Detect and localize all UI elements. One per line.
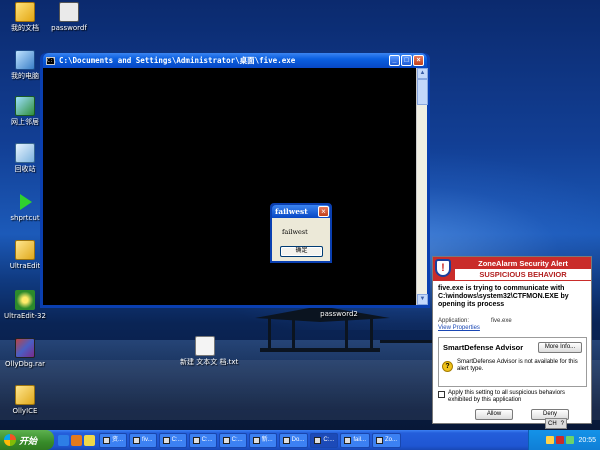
console-window: C:\ C:\Documents and Settings\Administra… — [40, 53, 430, 308]
close-button[interactable]: × — [413, 55, 424, 66]
tray-icon[interactable] — [546, 436, 555, 444]
application-label: Application: — [438, 318, 470, 324]
taskbar-item[interactable]: fiv... — [129, 432, 157, 448]
folder-icon[interactable] — [84, 434, 95, 446]
folder-icon — [15, 2, 35, 22]
minimize-button[interactable]: _ — [389, 55, 400, 66]
alert-subtitle: SUSPICIOUS BEHAVIOR — [455, 269, 591, 280]
dialog-close-button[interactable]: × — [318, 206, 329, 217]
advisor-title: SmartDefense Advisor — [443, 343, 524, 352]
taskbar-item-active[interactable]: C:... — [310, 432, 339, 448]
alert-description: five.exe is trying to communicate with C… — [438, 285, 569, 308]
folder-icon — [15, 240, 35, 260]
failwest-dialog: failwest × failwest 确定 — [270, 203, 332, 263]
maximize-button[interactable]: □ — [401, 55, 412, 66]
scroll-up-icon[interactable]: ▲ — [417, 68, 428, 79]
console-titlebar[interactable]: C:\ C:\Documents and Settings\Administra… — [43, 53, 427, 68]
text-file-icon — [195, 336, 215, 356]
task-icon — [314, 436, 322, 444]
computer-icon — [15, 50, 35, 70]
taskbar: 开始 资... fiv... C:... C:... C:... 新... Do… — [0, 430, 600, 450]
help-icon: ? — [560, 420, 565, 427]
desktop-icon-my-documents[interactable]: 我的文档 — [0, 2, 50, 32]
recycle-bin-icon — [15, 143, 35, 163]
arrow-icon — [15, 192, 35, 212]
ie-icon[interactable] — [58, 434, 69, 446]
network-tray-icon[interactable] — [566, 436, 575, 444]
question-icon: ? — [442, 361, 453, 372]
network-icon — [15, 96, 35, 116]
language-bar[interactable]: CH ? — [545, 418, 568, 429]
rar-icon — [15, 338, 35, 358]
zonealarm-header: ! ZoneAlarm Security Alert SUSPICIOUS BE… — [433, 257, 591, 281]
apply-all-label: Apply this setting to all suspicious beh… — [448, 390, 566, 403]
console-icon: C:\ — [46, 56, 57, 65]
scroll-thumb[interactable] — [417, 79, 428, 105]
task-icon — [252, 436, 260, 444]
more-info-button[interactable]: More Info... — [538, 342, 582, 353]
ultraedit-icon — [15, 290, 35, 310]
vertical-scrollbar[interactable]: ▲ ▼ — [416, 68, 428, 305]
start-button[interactable]: 开始 — [0, 430, 54, 450]
quick-launch — [58, 434, 97, 446]
zonealarm-tray-icon[interactable] — [556, 436, 565, 444]
console-output[interactable]: ▲ ▼ — [43, 68, 428, 305]
task-icon — [344, 436, 352, 444]
desktop-icon-ollydbg-rar[interactable]: OllyDbg.rar — [0, 338, 50, 368]
file-icon — [59, 2, 79, 22]
smartdefense-advisor-panel: SmartDefense Advisor More Info... ? Smar… — [438, 337, 587, 387]
scroll-down-icon[interactable]: ▼ — [417, 294, 428, 305]
start-label: 开始 — [19, 435, 38, 446]
dialog-title: failwest — [275, 207, 308, 216]
zonealarm-alert: ! ZoneAlarm Security Alert SUSPICIOUS BE… — [432, 256, 592, 424]
task-icon — [192, 436, 200, 444]
task-icon — [103, 436, 110, 444]
clock[interactable]: 20:55 — [578, 437, 596, 444]
taskbar-item[interactable]: Do... — [278, 432, 309, 448]
system-tray: 20:55 — [528, 430, 600, 450]
task-icon — [222, 436, 230, 444]
dialog-body: failwest 确定 — [272, 218, 330, 261]
zonealarm-logo-icon: ! — [435, 259, 451, 277]
folder-icon — [15, 385, 35, 405]
task-icon — [162, 436, 170, 444]
view-properties-link[interactable]: View Properties — [438, 325, 480, 331]
windows-logo-icon — [4, 434, 16, 446]
task-icon — [376, 436, 383, 444]
advisor-text: SmartDefense Advisor is not available fo… — [457, 359, 578, 372]
ok-button[interactable]: 确定 — [280, 246, 323, 257]
desktop-icon-text-file[interactable]: 新建 文本文 档.txt — [180, 336, 238, 366]
dialog-titlebar[interactable]: failwest × — [272, 205, 330, 218]
task-icon — [282, 436, 290, 444]
dialog-message: failwest — [282, 228, 308, 236]
taskbar-item[interactable]: 新... — [248, 432, 277, 448]
apply-all-checkbox[interactable] — [438, 391, 445, 398]
console-title: C:\Documents and Settings\Administrator\… — [59, 56, 296, 65]
task-icon — [133, 436, 141, 444]
taskbar-item[interactable]: fail... — [340, 432, 370, 448]
allow-button[interactable]: Allow — [475, 409, 513, 420]
taskbar-item[interactable]: Zo... — [372, 432, 402, 448]
taskbar-item[interactable]: C:... — [218, 432, 247, 448]
application-value: five.exe — [491, 318, 512, 324]
desktop-icon-passwordf[interactable]: passwordf — [44, 2, 94, 32]
desktop-icon-ollyice[interactable]: OllyICE — [0, 385, 50, 415]
taskbar-item[interactable]: C:... — [188, 432, 217, 448]
taskbar-item[interactable]: C:... — [158, 432, 187, 448]
alert-title: ZoneAlarm Security Alert — [478, 259, 568, 268]
language-indicator: CH — [548, 420, 557, 427]
firefox-icon[interactable] — [71, 434, 82, 446]
taskbar-item[interactable]: 资... — [99, 432, 128, 448]
